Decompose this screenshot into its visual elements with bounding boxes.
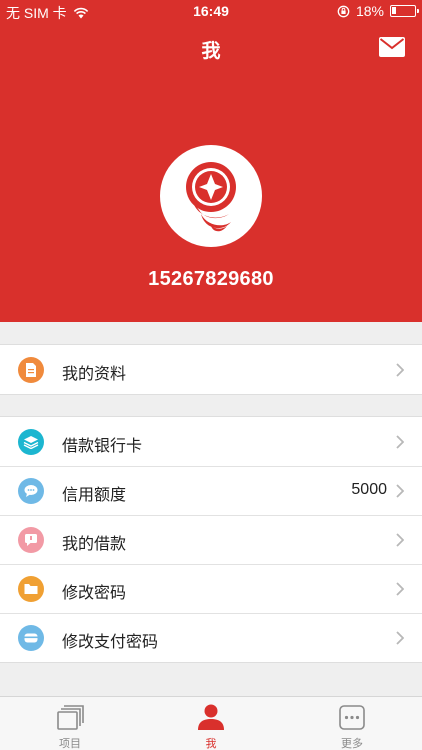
orientation-lock-icon <box>337 5 350 17</box>
menu-item-change-password[interactable]: 修改密码 <box>0 564 422 613</box>
tab-label: 我 <box>205 738 217 750</box>
menu-item-label: 信用额度 <box>62 487 127 504</box>
tab-more[interactable]: 更多 <box>282 697 422 750</box>
logo-icon <box>186 162 236 232</box>
more-icon <box>339 705 365 730</box>
menu-item-change-pay-password[interactable]: 修改支付密码 <box>0 613 422 662</box>
menu-group-profile: 我的资料 <box>0 344 422 395</box>
chevron-right-icon <box>396 582 404 596</box>
menu-item-label: 修改密码 <box>62 585 127 602</box>
person-icon <box>198 704 224 730</box>
battery-level <box>392 7 396 14</box>
status-bar: 无 SIM 卡 16:49 18% <box>0 0 422 22</box>
chevron-right-icon <box>396 533 404 547</box>
card-icon <box>18 625 44 651</box>
document-icon <box>18 357 44 383</box>
mail-icon[interactable] <box>379 37 405 57</box>
battery-percent: 18% <box>355 3 384 19</box>
status-right: 18% <box>337 3 419 19</box>
menu-item-bank-card[interactable]: 借款银行卡 <box>0 417 422 466</box>
credit-limit-value: 5000 <box>351 481 387 498</box>
stack-icon <box>57 705 84 730</box>
phone-number: 15267829680 <box>148 268 274 290</box>
menu-item-label: 修改支付密码 <box>62 634 159 651</box>
layers-icon <box>18 429 44 455</box>
tab-projects[interactable]: 项目 <box>0 697 140 750</box>
profile-header: 无 SIM 卡 16:49 18% 我 15267829680 <box>0 0 422 322</box>
tab-label: 项目 <box>59 738 81 750</box>
message-icon <box>18 527 44 553</box>
folder-icon <box>18 576 44 602</box>
menu-item-label: 我的借款 <box>62 536 127 553</box>
menu-item-credit-limit[interactable]: 信用额度 5000 <box>0 466 422 515</box>
menu-item-label: 借款银行卡 <box>62 438 143 455</box>
chevron-right-icon <box>396 484 404 498</box>
chevron-right-icon <box>396 631 404 645</box>
battery-icon <box>390 5 419 17</box>
page-title: 我 <box>201 41 221 62</box>
chevron-right-icon <box>396 363 404 377</box>
chat-bubble-icon <box>18 478 44 504</box>
chevron-right-icon <box>396 435 404 449</box>
menu-item-my-profile[interactable]: 我的资料 <box>0 345 422 394</box>
avatar[interactable] <box>160 145 262 247</box>
tab-label: 更多 <box>341 738 363 750</box>
menu-item-my-loans[interactable]: 我的借款 <box>0 515 422 564</box>
menu-item-label: 我的资料 <box>62 366 127 383</box>
tab-me[interactable]: 我 <box>141 697 281 750</box>
menu-group-account: 借款银行卡 信用额度 5000 我的借款 修改密码 修改支付密码 <box>0 416 422 663</box>
tab-bar: 项目 我 更多 <box>0 696 422 750</box>
